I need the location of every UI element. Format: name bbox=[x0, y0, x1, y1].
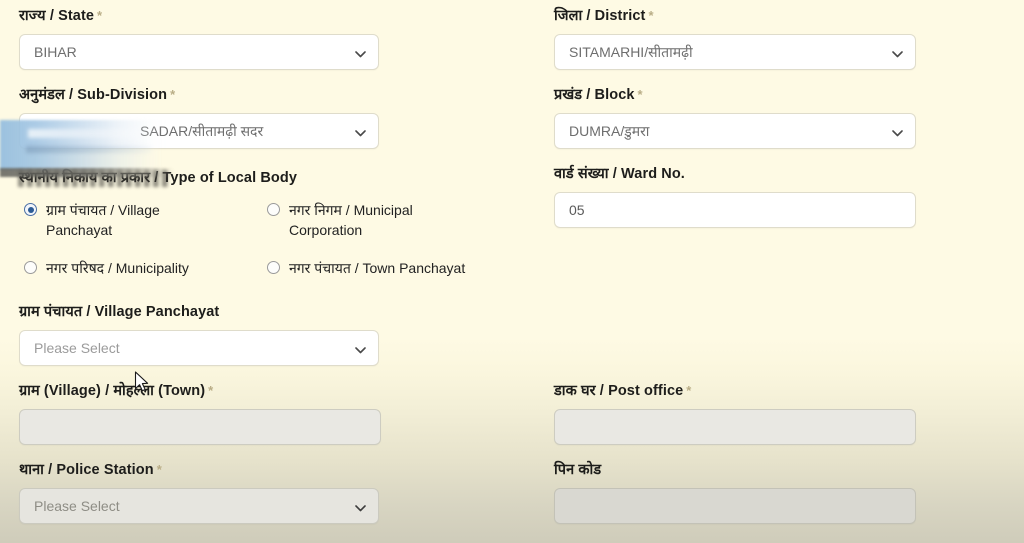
police-station-select-wrap: Please Select bbox=[19, 488, 379, 524]
label-pin-code: पिन कोड bbox=[554, 462, 602, 478]
label-police-station: थाना / Police Station * bbox=[19, 462, 162, 478]
required-marker: * bbox=[208, 383, 214, 398]
radio-municipality[interactable]: नगर परिषद / Municipality bbox=[24, 258, 264, 278]
radio-label: ग्राम पंचायत / Village Panchayat bbox=[46, 202, 160, 238]
pin-code-input-wrap bbox=[554, 488, 916, 524]
label-post-office: डाक घर / Post office * bbox=[554, 383, 692, 399]
required-marker: * bbox=[97, 8, 103, 23]
radio-button-icon[interactable] bbox=[24, 203, 37, 216]
field-village-town: ग्राम (Village) / मोहल्ला (Town) * bbox=[19, 381, 381, 445]
field-ward-no: वार्ड संख्या / Ward No. bbox=[554, 164, 916, 228]
label-local-body-type: स्थानीय निकाय का प्रकार / Type of Local … bbox=[19, 170, 297, 186]
label-sub-division: अनुमंडल / Sub-Division * bbox=[19, 87, 176, 103]
radio-button-icon[interactable] bbox=[267, 203, 280, 216]
required-marker: * bbox=[648, 8, 654, 23]
field-state: राज्य / State * BIHAR bbox=[19, 6, 379, 70]
ward-no-input-wrap bbox=[554, 192, 916, 228]
label-village-town: ग्राम (Village) / मोहल्ला (Town) * bbox=[19, 383, 214, 399]
required-marker: * bbox=[686, 383, 692, 398]
required-marker: * bbox=[170, 87, 176, 102]
address-form: राज्य / State * BIHAR अनुमंडल / Sub-Divis… bbox=[0, 0, 1024, 543]
field-district: जिला / District * SITAMARHI/सीतामढ़ी bbox=[554, 6, 916, 70]
radio-label: नगर पंचायत / Town Panchayat bbox=[289, 260, 466, 276]
radio-button-icon[interactable] bbox=[24, 261, 37, 274]
bottom-cut-off-label bbox=[19, 535, 379, 543]
district-select[interactable]: SITAMARHI/सीतामढ़ी bbox=[554, 34, 916, 70]
field-village-panchayat: ग्राम पंचायत / Village Panchayat Please … bbox=[19, 302, 379, 366]
block-select[interactable]: DUMRA/डुमरा bbox=[554, 113, 916, 149]
village-panchayat-select[interactable]: Please Select bbox=[19, 330, 379, 366]
radio-button-icon[interactable] bbox=[267, 261, 280, 274]
village-town-input-wrap bbox=[19, 409, 381, 445]
field-post-office: डाक घर / Post office * bbox=[554, 381, 916, 445]
required-marker: * bbox=[156, 462, 162, 477]
post-office-input[interactable] bbox=[554, 409, 916, 445]
village-panchayat-select-wrap: Please Select bbox=[19, 330, 379, 366]
state-select-wrap: BIHAR bbox=[19, 34, 379, 70]
pin-code-input[interactable] bbox=[554, 488, 916, 524]
label-district: जिला / District * bbox=[554, 8, 654, 24]
form-page: राज्य / State * BIHAR अनुमंडल / Sub-Divis… bbox=[0, 0, 1024, 543]
radio-village-panchayat[interactable]: ग्राम पंचायत / Village Panchayat bbox=[24, 200, 274, 240]
radio-label: नगर परिषद / Municipality bbox=[46, 260, 189, 276]
sub-division-select[interactable]: SADAR/सीतामढ़ी सदर bbox=[19, 113, 379, 149]
post-office-input-wrap bbox=[554, 409, 916, 445]
radio-label: नगर निगम / Municipal Corporation bbox=[289, 202, 413, 238]
block-select-wrap: DUMRA/डुमरा bbox=[554, 113, 916, 149]
radio-municipal-corporation[interactable]: नगर निगम / Municipal Corporation bbox=[267, 200, 467, 240]
sub-division-select-wrap: SADAR/सीतामढ़ी सदर bbox=[19, 113, 379, 149]
label-state: राज्य / State * bbox=[19, 8, 103, 24]
village-town-input[interactable] bbox=[19, 409, 381, 445]
district-select-wrap: SITAMARHI/सीतामढ़ी bbox=[554, 34, 916, 70]
field-police-station: थाना / Police Station * Please Select bbox=[19, 460, 379, 524]
label-village-panchayat: ग्राम पंचायत / Village Panchayat bbox=[19, 304, 220, 320]
radio-town-panchayat[interactable]: नगर पंचायत / Town Panchayat bbox=[267, 258, 512, 278]
required-marker: * bbox=[637, 87, 643, 102]
state-select[interactable]: BIHAR bbox=[19, 34, 379, 70]
label-block: प्रखंड / Block * bbox=[554, 87, 643, 103]
field-local-body-type: स्थानीय निकाय का प्रकार / Type of Local … bbox=[19, 168, 539, 276]
label-ward-no: वार्ड संख्या / Ward No. bbox=[554, 166, 685, 182]
ward-no-input[interactable] bbox=[554, 192, 916, 228]
police-station-select[interactable]: Please Select bbox=[19, 488, 379, 524]
field-pin-code: पिन कोड bbox=[554, 460, 916, 524]
field-block: प्रखंड / Block * DUMRA/डुमरा bbox=[554, 85, 916, 149]
field-sub-division: अनुमंडल / Sub-Division * SADAR/सीतामढ़ी स… bbox=[19, 85, 379, 149]
